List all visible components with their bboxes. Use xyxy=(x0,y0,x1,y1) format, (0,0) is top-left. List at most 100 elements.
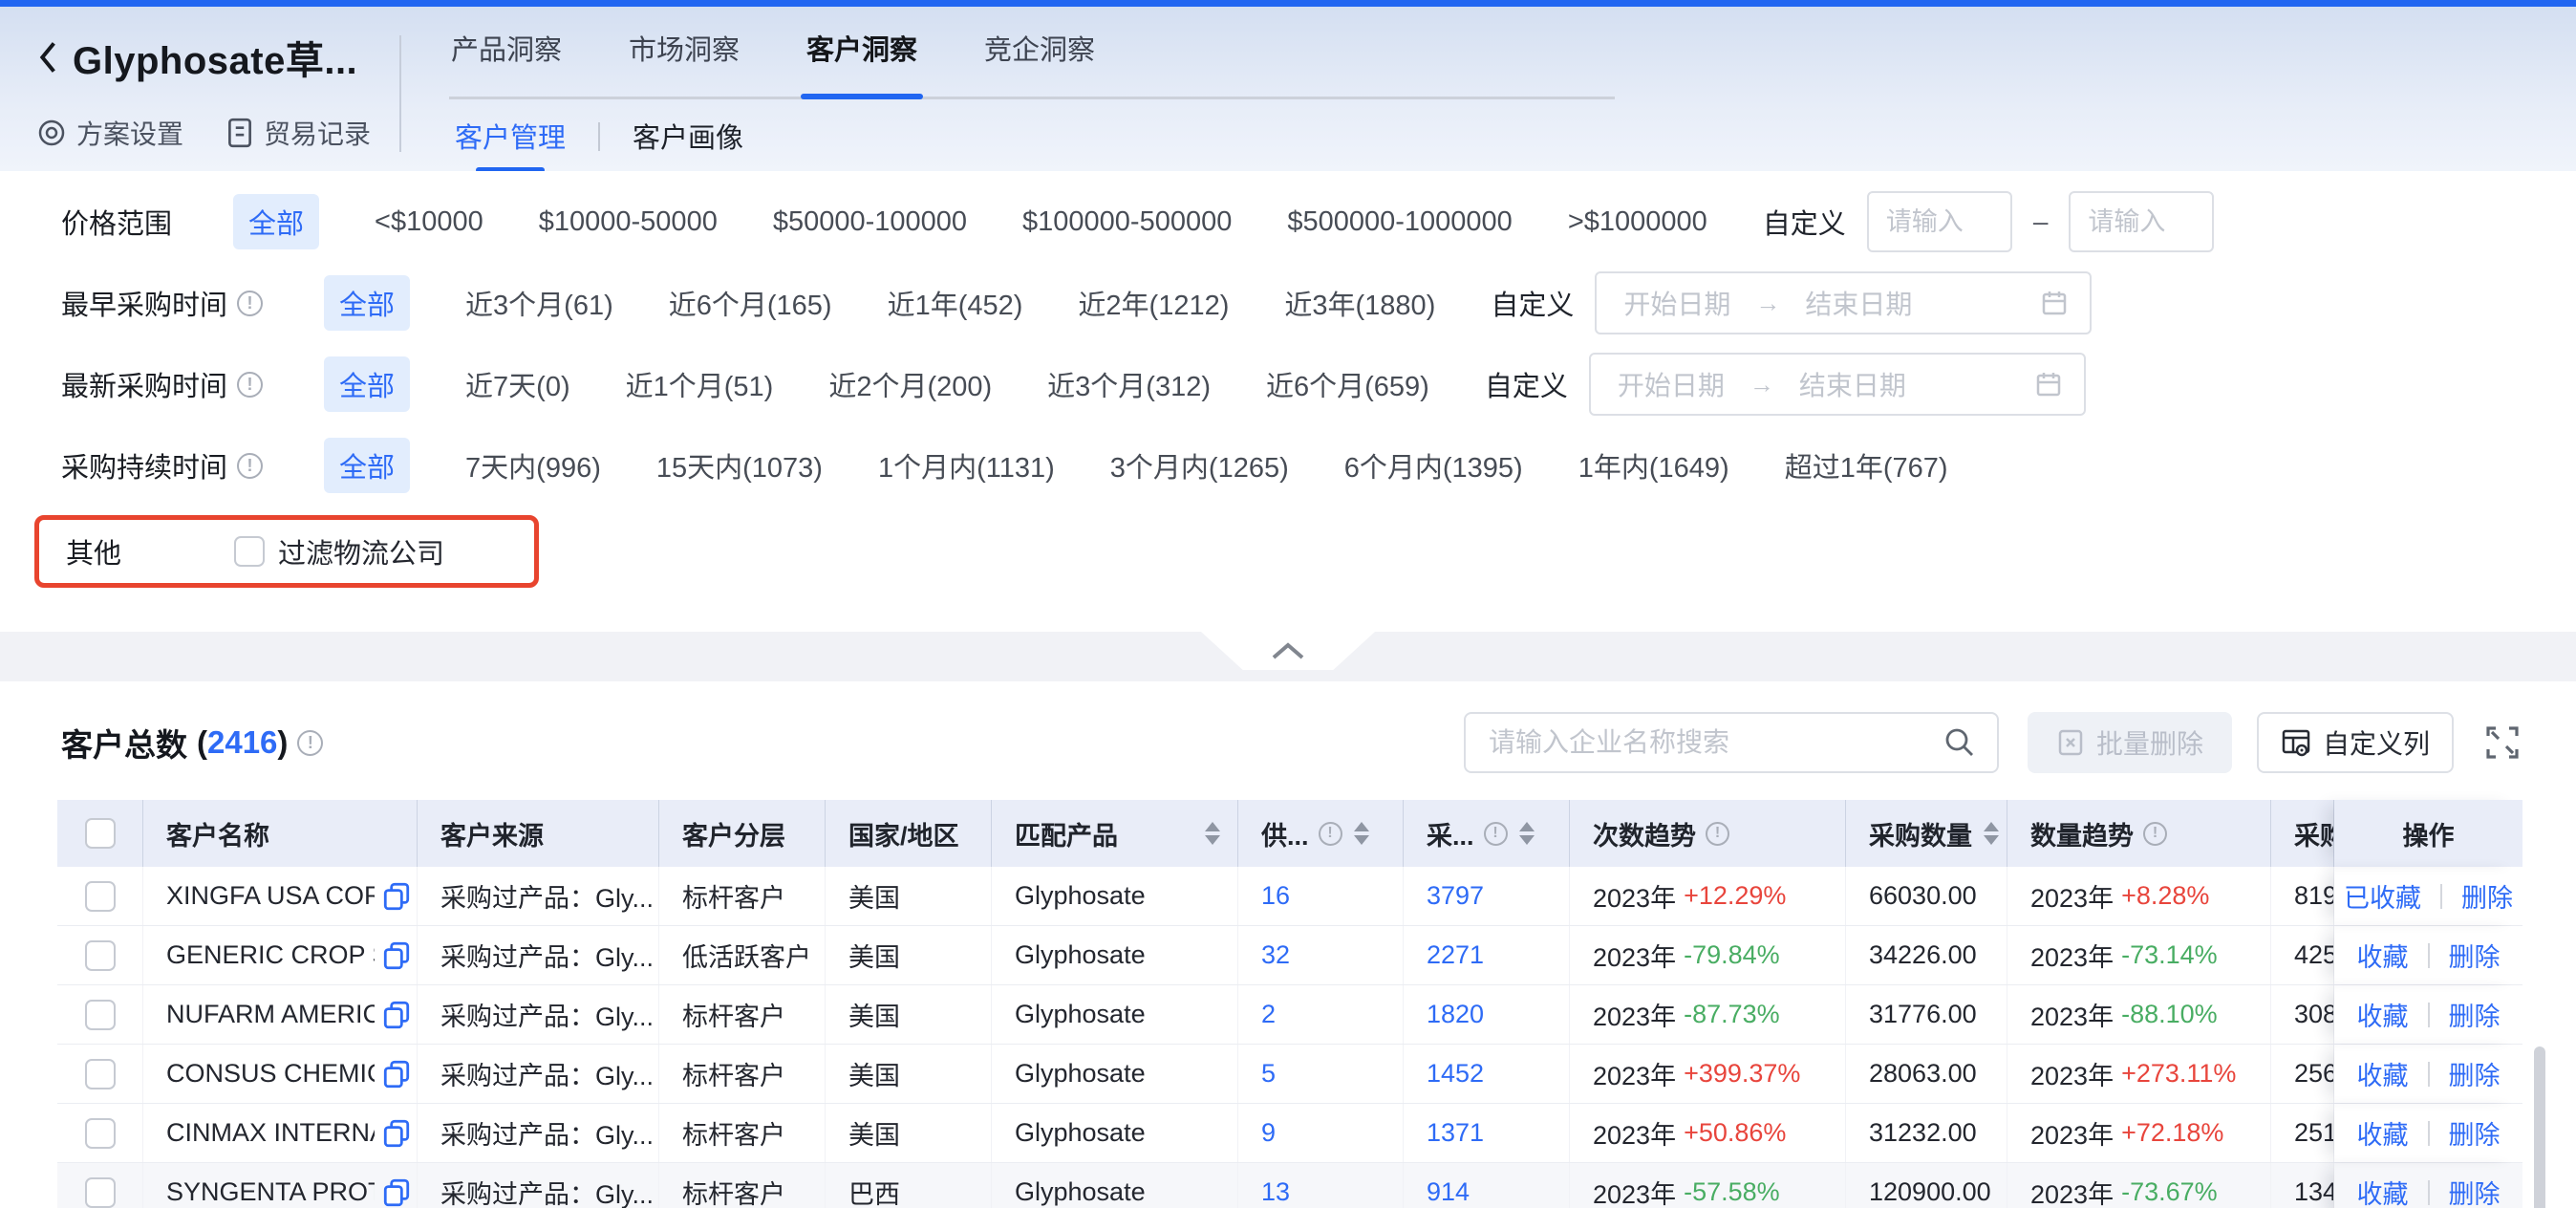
filter-option[interactable]: 超过1年(767) xyxy=(1785,445,1948,485)
filter-option[interactable]: 近6个月(165) xyxy=(669,283,832,323)
filter-option[interactable]: 近2个月(200) xyxy=(828,364,992,404)
favorite-link[interactable]: 收藏 xyxy=(2357,1114,2409,1152)
filter-option[interactable]: 近7天(0) xyxy=(465,364,570,404)
delete-link[interactable]: 删除 xyxy=(2461,877,2513,915)
customer-name[interactable]: XINGFA USA CORPO xyxy=(166,881,375,911)
customer-name[interactable]: NUFARM AMERICAS, xyxy=(166,1000,375,1029)
info-icon[interactable]: ! xyxy=(1484,822,1508,846)
suppliers-count-link[interactable]: 5 xyxy=(1261,1059,1276,1089)
filter-option[interactable]: $100000-500000 xyxy=(1022,206,1232,238)
info-icon[interactable]: ! xyxy=(237,453,263,479)
tab-competitor-insight[interactable]: 竞企洞察 xyxy=(982,24,1097,72)
filter-option[interactable]: 近3个月(312) xyxy=(1047,364,1211,404)
vertical-scrollbar[interactable] xyxy=(2534,1046,2545,1208)
sort-icon[interactable] xyxy=(1984,822,1999,845)
sort-icon[interactable] xyxy=(1205,822,1220,845)
collapse-panel-button[interactable] xyxy=(1201,632,1375,670)
search-input[interactable] xyxy=(1489,727,1943,758)
filter-option[interactable]: <$10000 xyxy=(375,206,483,238)
purchases-count-link[interactable]: 1371 xyxy=(1427,1118,1484,1148)
row-checkbox[interactable] xyxy=(85,881,116,912)
purchases-count-link[interactable]: 1452 xyxy=(1427,1059,1484,1089)
date-range-picker[interactable]: 开始日期 → 结束日期 xyxy=(1595,271,2092,334)
favorite-link[interactable]: 已收藏 xyxy=(2344,877,2421,915)
row-checkbox[interactable] xyxy=(85,1177,116,1208)
delete-link[interactable]: 删除 xyxy=(2449,1055,2501,1092)
suppliers-count-link[interactable]: 32 xyxy=(1261,940,1290,970)
tab-customer-insight[interactable]: 客户洞察 xyxy=(805,24,919,72)
suppliers-count-link[interactable]: 16 xyxy=(1261,881,1290,911)
custom-date-button[interactable]: 自定义 xyxy=(1485,364,1568,404)
filter-option[interactable]: 近3年(1880) xyxy=(1284,283,1435,323)
filter-option[interactable]: 全部 xyxy=(233,194,319,249)
filter-option[interactable]: 近3个月(61) xyxy=(465,283,613,323)
copy-icon[interactable] xyxy=(382,1177,411,1208)
filter-option[interactable]: 全部 xyxy=(324,356,410,412)
filter-option[interactable]: 15天内(1073) xyxy=(656,445,823,485)
checkbox-label[interactable]: 过滤物流公司 xyxy=(278,531,444,572)
info-icon[interactable]: ! xyxy=(1706,822,1729,846)
row-checkbox[interactable] xyxy=(85,1000,116,1030)
row-checkbox[interactable] xyxy=(85,1059,116,1089)
price-min-input[interactable] xyxy=(1867,191,2012,252)
delete-link[interactable]: 删除 xyxy=(2449,1174,2501,1208)
favorite-link[interactable]: 收藏 xyxy=(2357,1055,2409,1092)
back-button[interactable] xyxy=(34,38,63,76)
filter-option[interactable]: 近2年(1212) xyxy=(1078,283,1229,323)
info-icon[interactable]: ! xyxy=(2143,822,2167,846)
delete-link[interactable]: 删除 xyxy=(2449,1114,2501,1152)
filter-option[interactable]: 近1个月(51) xyxy=(626,364,774,404)
fullscreen-button[interactable] xyxy=(2482,723,2522,763)
info-icon[interactable]: ! xyxy=(1319,822,1342,846)
sort-icon[interactable] xyxy=(1354,822,1369,845)
filter-logistics-checkbox[interactable] xyxy=(234,536,265,567)
suppliers-count-link[interactable]: 9 xyxy=(1261,1118,1276,1148)
customer-name[interactable]: SYNGENTA PROTEC xyxy=(166,1177,375,1207)
copy-icon[interactable] xyxy=(382,1000,411,1030)
row-checkbox[interactable] xyxy=(85,940,116,971)
suppliers-count-link[interactable]: 2 xyxy=(1261,1000,1276,1029)
custom-columns-button[interactable]: 自定义列 xyxy=(2257,712,2454,773)
copy-icon[interactable] xyxy=(382,881,411,912)
filter-option[interactable]: $50000-100000 xyxy=(773,206,967,238)
filter-option[interactable]: 3个月内(1265) xyxy=(1110,445,1289,485)
delete-link[interactable]: 删除 xyxy=(2449,996,2501,1033)
filter-option[interactable]: 全部 xyxy=(324,275,410,331)
date-range-picker[interactable]: 开始日期 → 结束日期 xyxy=(1589,353,2086,416)
copy-icon[interactable] xyxy=(382,1059,411,1089)
customer-name[interactable]: CINMAX INTERNATIO xyxy=(166,1118,375,1148)
info-icon[interactable]: ! xyxy=(297,730,323,756)
purchases-count-link[interactable]: 914 xyxy=(1427,1177,1470,1207)
info-icon[interactable]: ! xyxy=(237,291,263,316)
scheme-settings-button[interactable]: 方案设置 xyxy=(36,114,183,152)
customer-name[interactable]: GENERIC CROP SCI xyxy=(166,940,375,970)
purchases-count-link[interactable]: 1820 xyxy=(1427,1000,1484,1029)
copy-icon[interactable] xyxy=(382,1118,411,1149)
tab-product-insight[interactable]: 产品洞察 xyxy=(449,24,564,72)
custom-range-button[interactable]: 自定义 xyxy=(1763,202,1846,242)
purchases-count-link[interactable]: 3797 xyxy=(1427,881,1484,911)
favorite-link[interactable]: 收藏 xyxy=(2357,996,2409,1033)
tab-customer-profile[interactable]: 客户画像 xyxy=(627,114,749,173)
filter-option[interactable]: 6个月内(1395) xyxy=(1344,445,1523,485)
search-icon[interactable] xyxy=(1943,726,1976,759)
price-max-input[interactable] xyxy=(2069,191,2214,252)
sort-icon[interactable] xyxy=(1519,822,1535,845)
info-icon[interactable]: ! xyxy=(237,372,263,398)
select-all-checkbox[interactable] xyxy=(85,818,116,849)
copy-icon[interactable] xyxy=(382,940,411,971)
filter-option[interactable]: 近1年(452) xyxy=(888,283,1023,323)
filter-option[interactable]: $10000-50000 xyxy=(539,206,718,238)
delete-link[interactable]: 删除 xyxy=(2449,937,2501,974)
trade-records-button[interactable]: 贸易记录 xyxy=(225,114,371,152)
purchases-count-link[interactable]: 2271 xyxy=(1427,940,1484,970)
filter-option[interactable]: 7天内(996) xyxy=(465,445,601,485)
filter-option[interactable]: 近6个月(659) xyxy=(1266,364,1429,404)
tab-market-insight[interactable]: 市场洞察 xyxy=(627,24,741,72)
tab-customer-management[interactable]: 客户管理 xyxy=(449,114,571,173)
filter-option[interactable]: >$1000000 xyxy=(1568,206,1707,238)
batch-delete-button[interactable]: 批量删除 xyxy=(2028,712,2232,773)
favorite-link[interactable]: 收藏 xyxy=(2357,1174,2409,1208)
filter-option[interactable]: 全部 xyxy=(324,438,410,493)
filter-option[interactable]: $500000-1000000 xyxy=(1287,206,1512,238)
